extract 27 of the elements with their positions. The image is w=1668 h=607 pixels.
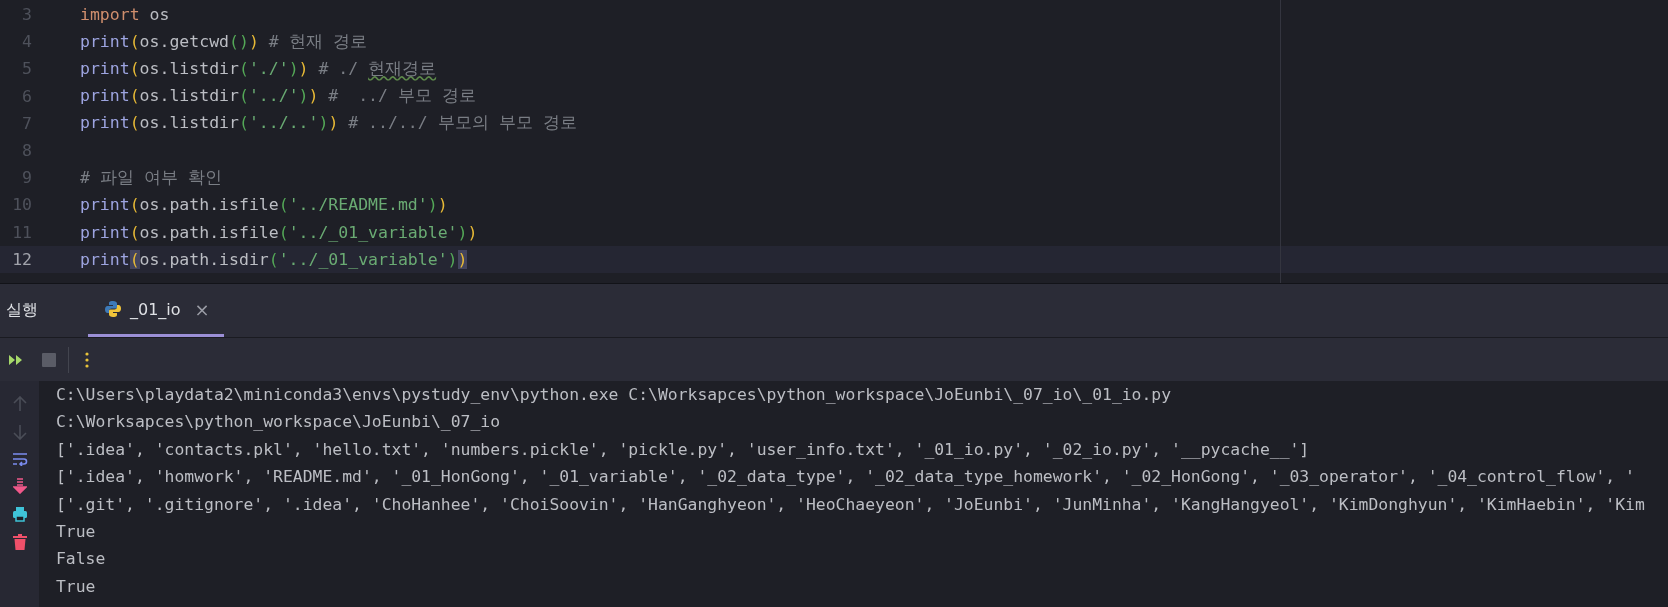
print-icon[interactable] <box>11 506 28 522</box>
code-line: print(os.path.isfile('../README.md')) <box>80 195 448 215</box>
console-output-line: C:\Users\playdata2\miniconda3\envs\pystudy_env\python.exe C:\Worksapces\python_workspace\JoEunbi\_07_io\_01_io.py <box>56 384 1173 406</box>
python-icon <box>104 300 122 318</box>
code-line: import os <box>80 5 170 25</box>
close-icon[interactable]: × <box>194 298 210 320</box>
code-line: print(os.listdir('./')) # ./ 현재경로 <box>80 57 437 80</box>
code-line: print(os.listdir('../..')) # ../../ 부모의 부모 경로 <box>80 112 577 135</box>
code-line: print(os.getcwd()) # 현재 경로 <box>80 30 367 53</box>
console-output-line: ['.idea', 'homwork', 'README.md', '_01_HonGong', '_01_variable', '_02_data_type', '_02_data_type_homework', '_02_HonGong', '_03_operator', '_04_control_flow', ' <box>56 466 1636 489</box>
line-number: 12 <box>11 249 32 269</box>
trash-icon[interactable] <box>12 534 27 550</box>
console-output-line: False <box>56 548 107 571</box>
code-line: print(os.listdir('../')) # ../ 부모 경로 <box>80 85 476 108</box>
console-output-line: ['.idea', 'contacts.pkl', 'hello.txt', 'numbers.pickle', 'pickle.py', 'user_info.txt', '_01_io.py', '_02_io.py', '__pycache__'] <box>56 438 1311 461</box>
code-line: print(os.path.isdir('../_01_variable')) <box>80 249 468 269</box>
console-output-line: ['.git', '.gitignore', '.idea', 'ChoHanhee', 'ChoiSoovin', 'HanGanghyeon', 'HeoChaeyeon', 'JoEunbi', 'JunMinha', 'KangHangyeol', 'KimDonghyun', 'KimHaebin', 'Kim <box>56 493 1645 516</box>
console-output-line: True <box>56 575 97 598</box>
code-line: print(os.path.isfile('../_01_variable')) <box>80 222 478 242</box>
console-output-line: True <box>56 520 97 543</box>
console-output-line: C:\Worksapces\python_workspace\JoEunbi\_07_io <box>56 411 502 434</box>
soft-wrap-icon[interactable] <box>11 452 28 466</box>
scroll-to-end-icon[interactable] <box>12 478 27 494</box>
more-icon[interactable] <box>85 351 89 368</box>
panel-title: 실행 <box>6 300 38 321</box>
rerun-icon[interactable] <box>8 353 24 366</box>
code-line: # 파일 여부 확인 <box>80 166 222 189</box>
